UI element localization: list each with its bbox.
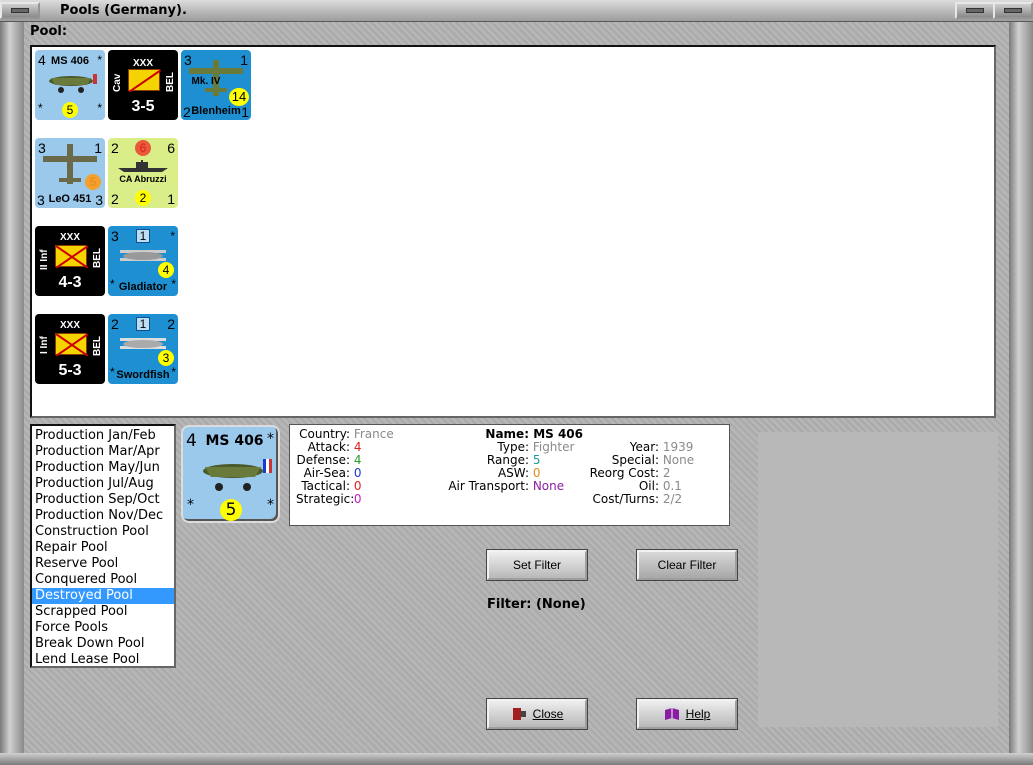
- name-value: MS 406: [533, 427, 583, 441]
- unit-info-panel: Country: France Attack: 4 Defense: 4 Air…: [289, 424, 730, 526]
- pool-item-construction[interactable]: Construction Pool: [32, 524, 174, 540]
- costturns-value: 2/2: [662, 492, 683, 506]
- type-value: Fighter: [532, 440, 575, 454]
- counter-ca-abruzzi[interactable]: 2 6 6 CA Abruzzi 2 2 1: [108, 138, 178, 208]
- counter-blenheim[interactable]: 3 1 Mk. IV 14 2 Blenheim 1: [181, 50, 251, 120]
- unit-symbol-icon: [55, 333, 89, 357]
- strategic-value: 0: [353, 492, 362, 506]
- window-menu-button[interactable]: [0, 2, 40, 19]
- year-value: 1939: [662, 440, 694, 454]
- pool-item-production-jan-feb[interactable]: Production Jan/Feb: [32, 428, 174, 444]
- counter-gladiator[interactable]: 3 1 * 4 * Gladiator *: [108, 226, 178, 296]
- counter-swordfish[interactable]: 2 1 2 3 * Swordfish *: [108, 314, 178, 384]
- unit-symbol-icon: [55, 245, 89, 269]
- pool-item-production-jul-aug[interactable]: Production Jul/Aug: [32, 476, 174, 492]
- range-value: 5: [532, 453, 541, 467]
- pool-label: Pool:: [30, 24, 68, 39]
- pool-item-production-nov-dec[interactable]: Production Nov/Dec: [32, 508, 174, 524]
- attack-value: 4: [353, 440, 362, 454]
- close-window-button[interactable]: [993, 2, 1033, 19]
- pool-item-force[interactable]: Force Pools: [32, 620, 174, 636]
- counter-leo451[interactable]: 3 1 5 3 LeO 451 3: [35, 138, 105, 208]
- right-gray-panel: [758, 432, 998, 727]
- unit-symbol-icon: [128, 69, 162, 93]
- pool-item-repair[interactable]: Repair Pool: [32, 540, 174, 556]
- pool-item-production-may-jun[interactable]: Production May/Jun: [32, 460, 174, 476]
- close-door-icon: [512, 708, 526, 720]
- clear-filter-button[interactable]: Clear Filter: [637, 550, 737, 580]
- asw-value: 0: [532, 466, 541, 480]
- pool-list[interactable]: Production Jan/Feb Production Mar/Apr Pr…: [30, 424, 176, 668]
- pool-item-production-sep-oct[interactable]: Production Sep/Oct: [32, 492, 174, 508]
- set-filter-button[interactable]: Set Filter: [487, 550, 587, 580]
- bottom-frame: [0, 753, 1033, 765]
- title-bar: Pools (Germany).: [0, 0, 1033, 22]
- pool-item-break-down[interactable]: Break Down Pool: [32, 636, 174, 652]
- pool-item-production-mar-apr[interactable]: Production Mar/Apr: [32, 444, 174, 460]
- counter-ms406[interactable]: 4 MS 406 * * 5 *: [35, 50, 105, 120]
- minimize-button[interactable]: [955, 2, 995, 19]
- help-book-icon: [664, 708, 679, 720]
- counter-bel-ii-inf[interactable]: XXX II Inf BEL 4-3: [35, 226, 105, 296]
- defense-value: 4: [353, 453, 362, 467]
- right-frame: [1009, 22, 1033, 765]
- pool-area: 4 MS 406 * * 5 * XXX Cav BEL 3-5 3 1 Mk.…: [30, 45, 996, 418]
- airsea-value: 0: [353, 466, 362, 480]
- special-value: None: [662, 453, 695, 467]
- reorg-value: 2: [662, 466, 671, 480]
- left-frame: [0, 22, 24, 765]
- close-button[interactable]: Close: [487, 699, 587, 729]
- window-title: Pools (Germany).: [60, 3, 187, 18]
- ship-icon: [118, 160, 168, 172]
- pool-item-scrapped[interactable]: Scrapped Pool: [32, 604, 174, 620]
- counter-bel-cav[interactable]: XXX Cav BEL 3-5: [108, 50, 178, 120]
- oil-value: 0.1: [662, 479, 682, 493]
- airtransport-value: None: [532, 479, 565, 493]
- fighter-plane-icon: [203, 459, 272, 491]
- pool-item-lend-lease[interactable]: Lend Lease Pool: [32, 652, 174, 668]
- pool-item-reserve[interactable]: Reserve Pool: [32, 556, 174, 572]
- fighter-plane-icon: [49, 74, 97, 93]
- counter-bel-i-inf[interactable]: XXX I Inf BEL 5-3: [35, 314, 105, 384]
- help-button[interactable]: Help: [637, 699, 737, 729]
- pool-item-destroyed[interactable]: Destroyed Pool: [32, 588, 174, 604]
- selected-unit-counter: 4 MS 406 * * 5 *: [181, 425, 280, 523]
- tactical-value: 0: [353, 479, 362, 493]
- country-value: France: [353, 427, 394, 441]
- filter-status: Filter: (None): [487, 597, 586, 612]
- pool-item-conquered[interactable]: Conquered Pool: [32, 572, 174, 588]
- counter-name: MS 406: [51, 55, 89, 67]
